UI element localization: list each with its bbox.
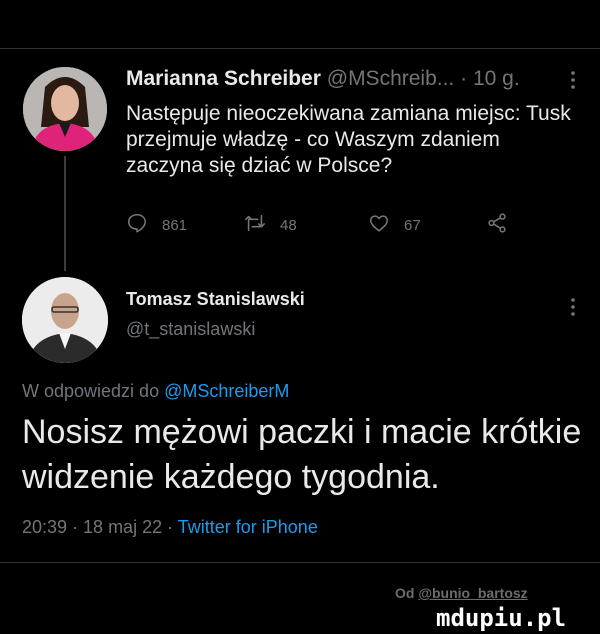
reply-button[interactable]: 861 — [126, 212, 187, 238]
tweet-header: Marianna Schreiber @MSchreib... · 10 g. — [126, 67, 520, 91]
like-count: 67 — [404, 216, 421, 234]
reply-prefix: W odpowiedzi do — [22, 381, 165, 401]
tweet-source-link[interactable]: Twitter for iPhone — [178, 517, 318, 537]
avatar[interactable] — [23, 67, 107, 151]
reply-context: W odpowiedzi do @MSchreiberM — [22, 381, 289, 402]
retweet-button[interactable]: 48 — [244, 212, 297, 238]
share-button[interactable] — [486, 212, 522, 238]
more-icon[interactable] — [570, 70, 576, 90]
tweet-time[interactable]: · 10 g. — [460, 67, 520, 90]
top-divider — [0, 48, 600, 49]
avatar[interactable] — [22, 277, 108, 363]
author-handle[interactable]: @MSchreib... — [327, 67, 455, 90]
author-handle[interactable]: @t_stanislawski — [126, 319, 255, 340]
credit-text: Od @bunio_bartosz — [395, 585, 528, 601]
author-name[interactable]: Tomasz Stanislawski — [126, 289, 305, 310]
watermark: mdupiu.pl — [436, 604, 567, 632]
credit-user: @bunio_bartosz — [418, 585, 528, 601]
thread-line — [64, 156, 66, 271]
tweet-text: Następuje nieoczekiwana zamiana miejsc: … — [126, 102, 571, 177]
reply-count: 861 — [162, 216, 188, 234]
credit-prefix: Od — [395, 585, 419, 601]
reply-mention-link[interactable]: @MSchreiberM — [164, 381, 289, 401]
tweet-timestamp[interactable]: 20:39 · 18 maj 22 · — [22, 517, 178, 537]
tweet-text: Nosisz mężowi paczki i macie krótkie wid… — [22, 413, 582, 496]
retweet-icon — [244, 212, 280, 238]
author-name[interactable]: Marianna Schreiber — [126, 67, 321, 90]
retweet-count: 48 — [280, 216, 297, 234]
reply-icon — [126, 212, 162, 238]
bottom-divider — [0, 562, 600, 563]
like-icon — [368, 212, 404, 238]
tweet-meta: 20:39 · 18 maj 22 · Twitter for iPhone — [22, 517, 318, 538]
share-icon — [486, 212, 522, 238]
like-button[interactable]: 67 — [368, 212, 421, 238]
tweet-actions: 861 48 67 — [126, 212, 536, 238]
more-icon[interactable] — [570, 297, 576, 317]
